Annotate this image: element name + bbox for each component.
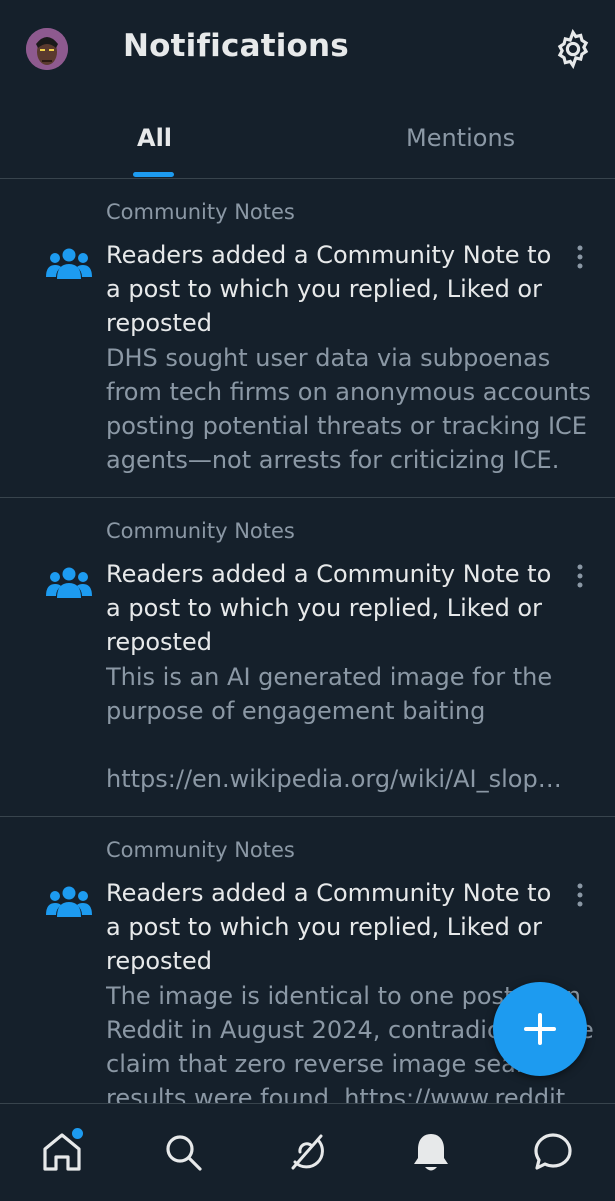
tab-active-indicator — [133, 172, 174, 177]
gear-icon[interactable] — [552, 28, 594, 70]
notification-item[interactable]: Community Notes Readers added a Communit… — [0, 179, 615, 498]
grok-icon[interactable] — [285, 1130, 329, 1174]
community-notes-icon — [46, 246, 92, 282]
more-options-icon[interactable] — [571, 881, 589, 909]
notification-body: DHS sought user data via subpoenas from … — [106, 344, 591, 474]
notification-headline: Readers added a Community Note to a post… — [106, 879, 552, 975]
messages-icon[interactable] — [531, 1130, 575, 1174]
notification-headline: Readers added a Community Note to a post… — [106, 241, 552, 337]
search-icon[interactable] — [161, 1130, 205, 1174]
app-header: Notifications — [0, 0, 615, 100]
community-notes-icon — [46, 565, 92, 601]
more-options-icon[interactable] — [571, 562, 589, 590]
notification-item[interactable]: Community Notes Readers added a Communit… — [0, 498, 615, 817]
notification-source: Community Notes — [106, 519, 295, 543]
bottom-nav — [0, 1103, 615, 1201]
page-title: Notifications — [123, 28, 349, 64]
notification-source: Community Notes — [106, 838, 295, 862]
notification-headline: Readers added a Community Note to a post… — [106, 560, 552, 656]
community-notes-icon — [46, 884, 92, 920]
bell-icon[interactable] — [409, 1130, 453, 1174]
compose-button[interactable] — [493, 982, 587, 1076]
tab-bar: All Mentions — [0, 110, 615, 179]
avatar-image — [26, 28, 68, 70]
tab-all[interactable]: All — [137, 124, 172, 152]
avatar[interactable] — [26, 28, 68, 70]
more-options-icon[interactable] — [571, 243, 589, 271]
home-unread-dot — [70, 1126, 85, 1141]
notification-source: Community Notes — [106, 200, 295, 224]
notification-body: This is an AI generated image for the pu… — [106, 663, 562, 793]
tab-mentions[interactable]: Mentions — [406, 124, 515, 152]
plus-icon — [524, 1013, 556, 1045]
